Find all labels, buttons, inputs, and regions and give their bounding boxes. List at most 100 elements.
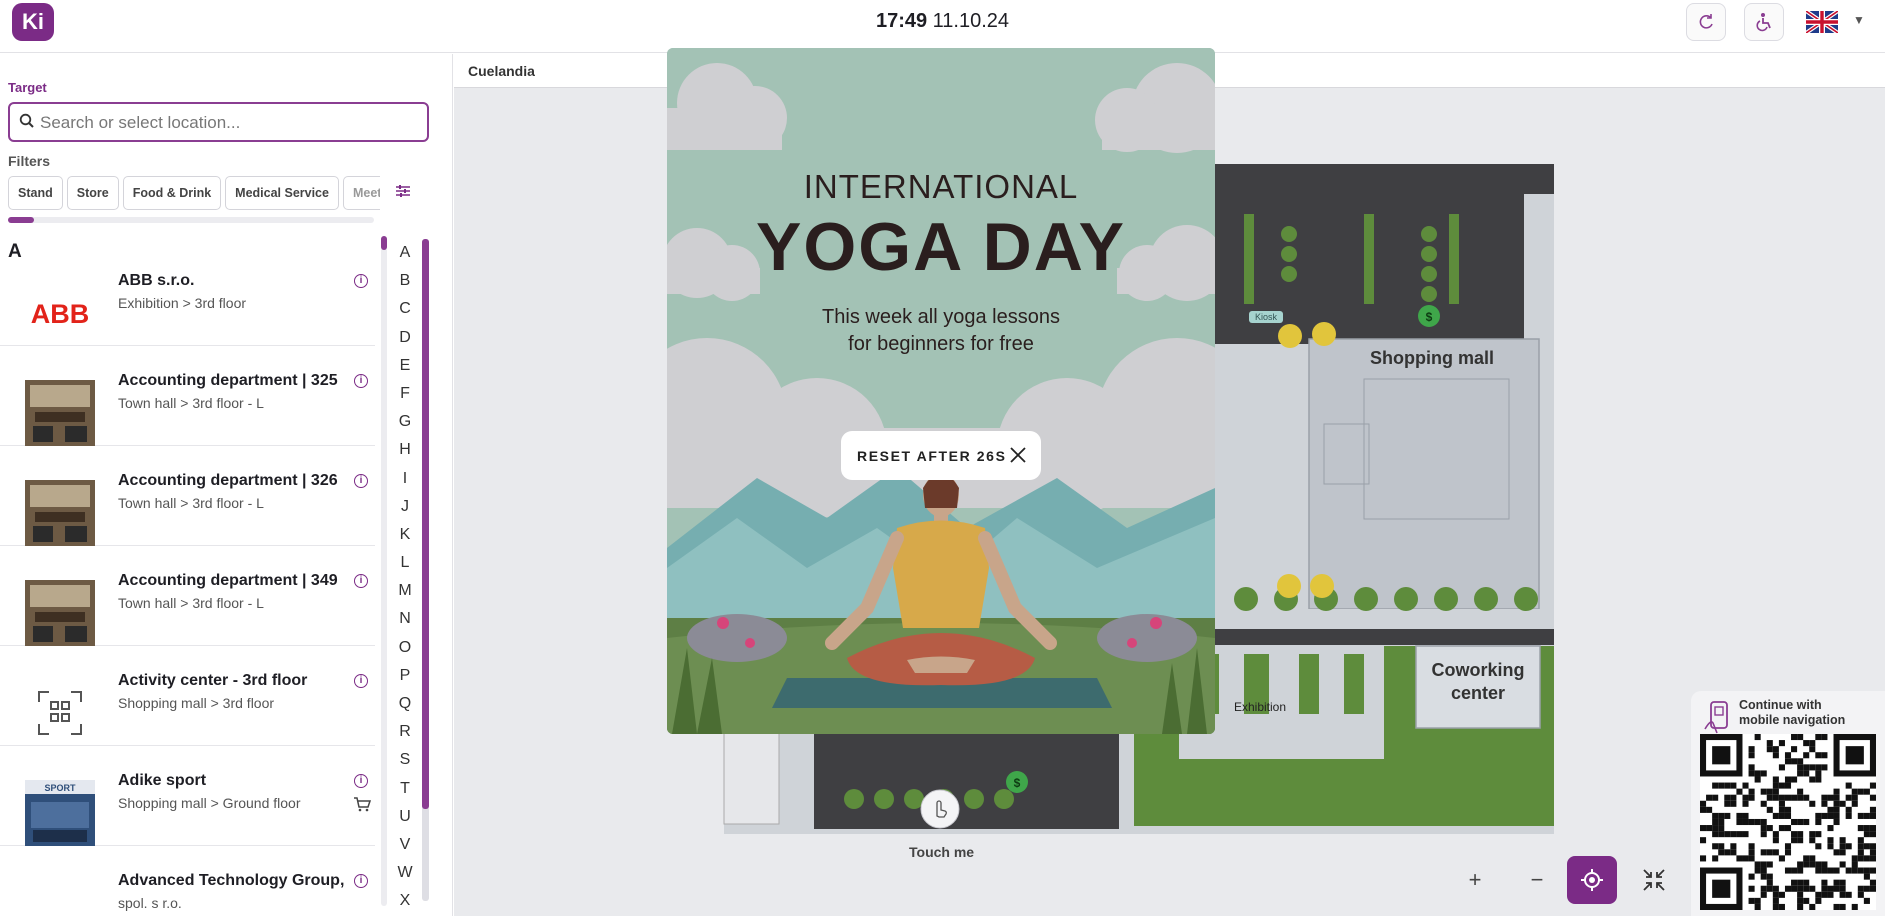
alphabet-letter[interactable]: W	[395, 864, 415, 892]
atg-logo: ATG	[25, 880, 95, 916]
promo-line-3: This week all yoga lessons	[822, 306, 1060, 328]
filter-chips: Stand Store Food & Drink Medical Service Mee…	[8, 176, 380, 210]
item-name: Accounting department | 326	[118, 472, 338, 489]
svg-text:SPORT: SPORT	[44, 783, 76, 793]
item-path: Town hall > 3rd floor - L	[118, 495, 264, 511]
chevron-down-icon[interactable]: ▼	[1853, 13, 1865, 27]
filter-chip-medical-service[interactable]: Medical Service	[225, 176, 339, 210]
map-label-shopping-mall: Shopping mall	[1370, 348, 1494, 368]
alphabet-letter[interactable]: S	[395, 751, 415, 779]
filter-settings-icon[interactable]	[395, 184, 411, 203]
qr-title: Continue with mobile navigation	[1739, 698, 1879, 728]
alphabet-scrollbar-thumb[interactable]	[422, 239, 429, 809]
info-icon[interactable]: i	[354, 774, 368, 788]
alphabet-letter[interactable]: D	[395, 329, 415, 357]
zoom-in-button[interactable]: +	[1450, 856, 1500, 904]
info-icon[interactable]: i	[354, 474, 368, 488]
list-item[interactable]: Accounting department | 325 Town hall > …	[0, 346, 375, 446]
info-icon[interactable]: i	[354, 574, 368, 588]
reset-button[interactable]: RESET AFTER 26S	[841, 431, 1041, 480]
zoom-out-button[interactable]: −	[1512, 856, 1562, 904]
item-path: Exhibition > 3rd floor	[118, 295, 247, 311]
item-path: Town hall > 3rd floor - L	[118, 595, 264, 611]
info-icon[interactable]: i	[354, 874, 368, 888]
collapse-icon	[1643, 869, 1665, 891]
alphabet-letter[interactable]: Q	[395, 695, 415, 723]
clock-date: 11.10.24	[932, 10, 1010, 32]
alphabet-letter[interactable]: C	[395, 300, 415, 328]
collapse-button[interactable]	[1629, 856, 1679, 904]
list-item[interactable]: Accounting department | 349 Town hall > …	[0, 546, 375, 646]
filter-chip-store[interactable]: Store	[66, 176, 119, 210]
list-scrollbar[interactable]	[381, 236, 387, 906]
filter-chip-meeting[interactable]: Meeti	[342, 176, 380, 210]
close-icon	[1010, 447, 1026, 463]
uk-flag-icon[interactable]	[1806, 11, 1838, 33]
filter-chip-stand[interactable]: Stand	[8, 176, 63, 210]
alphabet-letter[interactable]: H	[395, 441, 415, 469]
info-icon[interactable]: i	[354, 274, 368, 288]
list-item[interactable]: ABB ABB s.r.o. Exhibition > 3rd floor i	[0, 246, 375, 346]
target-label: Target	[8, 80, 47, 95]
qr-card[interactable]: Continue with mobile navigation	[1691, 691, 1885, 916]
phone-qr-icon	[1704, 701, 1728, 734]
item-path: Town hall > 3rd floor - L	[118, 395, 264, 411]
filters-scrollbar[interactable]	[8, 217, 374, 223]
item-name: Accounting department | 325	[118, 372, 338, 389]
alphabet-letter[interactable]: B	[395, 272, 415, 300]
alphabet-letter[interactable]: A	[395, 244, 415, 272]
clock-time: 17:49	[875, 10, 928, 32]
alphabet-letter[interactable]: F	[395, 385, 415, 413]
refresh-icon	[1699, 14, 1713, 29]
qr-code	[1700, 734, 1876, 910]
alphabet-letter[interactable]: I	[395, 470, 415, 498]
office-photo	[25, 580, 95, 646]
item-name: ABB s.r.o.	[118, 272, 195, 289]
shopping-cart-icon	[353, 796, 372, 815]
promo-overlay[interactable]: INTERNATIONAL YOGA DAY This week all yog…	[667, 48, 1215, 734]
info-icon[interactable]: i	[354, 674, 368, 688]
filters-scrollbar-thumb[interactable]	[8, 217, 34, 223]
item-name: Adike sport	[118, 772, 207, 789]
breadcrumb[interactable]: Cuelandia	[468, 63, 535, 79]
refresh-button[interactable]	[1686, 3, 1726, 41]
alphabet-letter[interactable]: J	[395, 498, 415, 526]
alphabet-letter[interactable]: E	[395, 357, 415, 385]
alphabet-letter[interactable]: V	[395, 836, 415, 864]
alphabet-letter[interactable]: M	[395, 582, 415, 610]
alphabet-letter[interactable]: X	[395, 892, 415, 916]
crosshair-icon	[1581, 869, 1603, 891]
locate-button[interactable]	[1567, 856, 1617, 904]
filter-chip-food-drink[interactable]: Food & Drink	[122, 176, 222, 210]
accessibility-button[interactable]	[1744, 3, 1784, 41]
list-item[interactable]: Accounting department | 326 Town hall > …	[0, 446, 375, 546]
map-label-kiosk: Kiosk	[1255, 312, 1278, 322]
info-icon[interactable]: i	[354, 374, 368, 388]
office-photo	[25, 380, 95, 446]
item-name: Accounting department | 349	[118, 572, 338, 589]
alphabet-letter[interactable]: U	[395, 808, 415, 836]
map-label-coworking-2: center	[1451, 683, 1505, 703]
search-input[interactable]	[40, 112, 420, 134]
promo-line-4: for beginners for free	[848, 333, 1034, 355]
list-item[interactable]: ATG Advanced Technology Group, spol. s r…	[0, 846, 375, 916]
qr-title-line2: mobile navigation	[1739, 713, 1846, 727]
list-item[interactable]: SPORT Adike sport Shopping mall > Ground…	[0, 746, 375, 846]
top-bar: Ki 17:49 11.10.24 ▼	[0, 0, 1885, 53]
alphabet-scrollbar[interactable]	[422, 239, 429, 901]
alphabet-letter[interactable]: O	[395, 639, 415, 667]
alphabet-letter[interactable]: R	[395, 723, 415, 751]
alphabet-letter[interactable]: N	[395, 610, 415, 638]
item-path: Shopping mall > 3rd floor	[118, 695, 275, 711]
search-box[interactable]	[8, 102, 429, 142]
alphabet-letter[interactable]: L	[395, 554, 415, 582]
list-scrollbar-thumb[interactable]	[381, 236, 387, 250]
alphabet-letter[interactable]: K	[395, 526, 415, 554]
alphabet-letter[interactable]: G	[395, 413, 415, 441]
list-item[interactable]: Activity center - 3rd floor Shopping mal…	[0, 646, 375, 746]
alphabet-letter[interactable]: T	[395, 780, 415, 808]
svg-text:$: $	[1426, 310, 1433, 324]
placeholder-icon	[38, 691, 82, 735]
alphabet-letter[interactable]: P	[395, 667, 415, 695]
touch-me-label[interactable]: Touch me	[909, 844, 974, 860]
